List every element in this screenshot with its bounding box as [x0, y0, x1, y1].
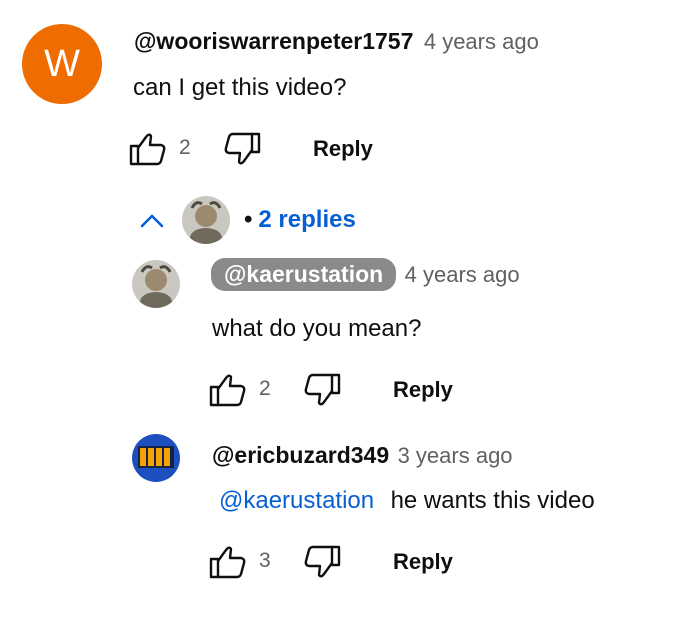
- reply-text-body: he wants this video: [390, 487, 595, 514]
- like-count: 2: [179, 136, 191, 159]
- mention-link[interactable]: @kaerustation: [219, 487, 374, 514]
- reply-button[interactable]: Reply: [313, 136, 373, 162]
- comment-text: can I get this video?: [133, 74, 347, 101]
- like-count: 2: [259, 377, 271, 400]
- like-icon[interactable]: [128, 131, 168, 167]
- comment-header: @wooriswarrenpeter1757 4 years ago: [134, 28, 539, 55]
- replies-bullet: •: [244, 206, 253, 233]
- reply-text: @kaerustation he wants this video: [219, 487, 595, 515]
- reply-avatar-kaerustation-small: [182, 196, 230, 244]
- reply-time[interactable]: 4 years ago: [405, 262, 520, 287]
- replies-count-label[interactable]: 2 replies: [258, 206, 355, 234]
- reply-header: @ericbuzard349 3 years ago: [212, 442, 513, 469]
- like-icon[interactable]: [208, 544, 248, 580]
- avatar-letter: W: [44, 42, 80, 85]
- dislike-icon[interactable]: [302, 372, 342, 408]
- comment-author[interactable]: @wooriswarrenpeter1757: [134, 28, 413, 54]
- comment-time[interactable]: 4 years ago: [424, 29, 539, 54]
- reply-header: @kaerustation 4 years ago: [211, 258, 520, 291]
- reply-text: what do you mean?: [212, 315, 422, 342]
- replies-toggle[interactable]: • 2 replies: [138, 196, 356, 244]
- reply-author-chip[interactable]: @kaerustation: [211, 258, 397, 291]
- like-count: 3: [259, 549, 271, 572]
- avatar-ericbuzard[interactable]: [132, 434, 180, 482]
- dislike-icon[interactable]: [222, 131, 262, 167]
- avatar[interactable]: W: [22, 24, 102, 104]
- reply-time[interactable]: 3 years ago: [398, 443, 513, 468]
- chevron-up-icon: [138, 211, 166, 229]
- reply-author[interactable]: @ericbuzard349: [212, 442, 389, 468]
- reply-button[interactable]: Reply: [393, 377, 453, 403]
- avatar-kaerustation[interactable]: [132, 260, 180, 308]
- reply-button[interactable]: Reply: [393, 549, 453, 575]
- dislike-icon[interactable]: [302, 544, 342, 580]
- like-icon[interactable]: [208, 372, 248, 408]
